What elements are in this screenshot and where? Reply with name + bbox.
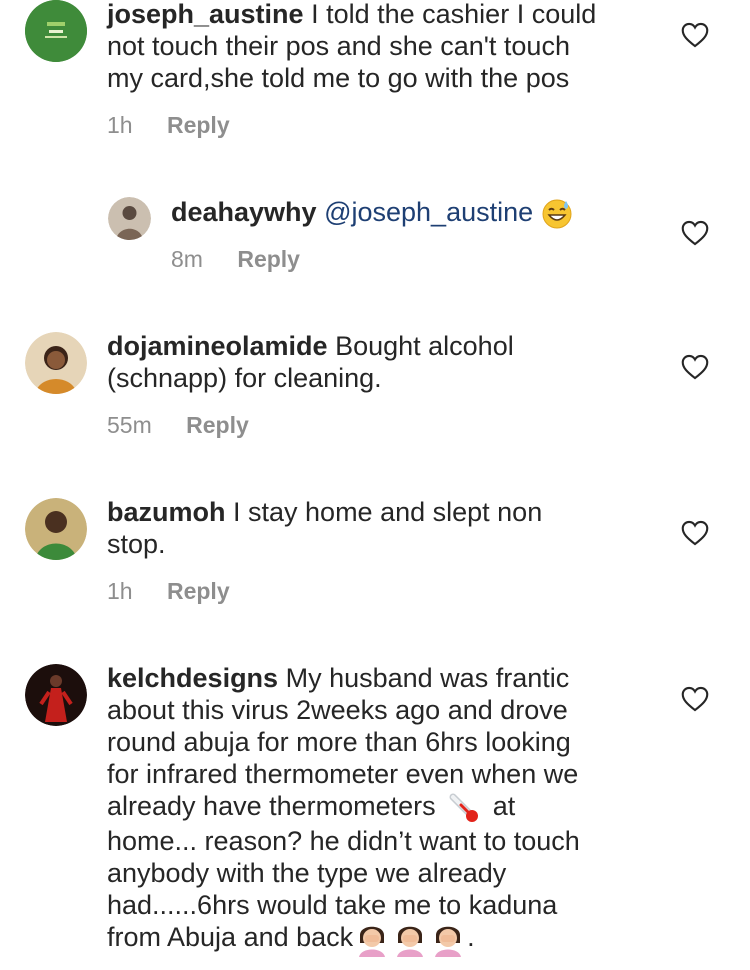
comment-body: I told the cashier I could — [311, 0, 597, 29]
comment-username[interactable]: bazumoh — [107, 497, 226, 527]
sweat-smile-emoji-icon — [542, 199, 572, 229]
avatar[interactable] — [25, 0, 87, 62]
comment-username[interactable]: kelchdesigns — [107, 663, 278, 693]
avatar[interactable] — [25, 664, 87, 726]
comment-body: (schnapp) for cleaning. — [107, 363, 382, 393]
comment-text: joseph_austine I told the cashier I coul… — [107, 0, 707, 94]
comment-meta: 55m Reply — [107, 412, 249, 439]
comment-username[interactable]: deahaywhy — [171, 197, 317, 227]
comment-body: from Abuja and back — [107, 922, 354, 952]
profile-photo-avatar-icon — [25, 498, 87, 560]
comment-text: deahaywhy @joseph_austine — [171, 196, 651, 230]
heart-outline-icon[interactable] — [681, 22, 709, 48]
comment-body: anybody with the type we already — [107, 857, 507, 888]
comment-body: stop. — [107, 529, 166, 559]
comment-body: not touch their pos and she can't touch — [107, 31, 570, 61]
comment-text: dojamineolamide Bought alcohol (schnapp)… — [107, 330, 667, 394]
profile-photo-avatar-icon — [108, 197, 151, 240]
comment-meta: 1h Reply — [107, 578, 230, 605]
comment-body: had......6hrs would take me to kaduna — [107, 889, 558, 920]
comment-body: . — [467, 922, 475, 952]
comment-username[interactable]: joseph_austine — [107, 0, 304, 29]
avatar[interactable] — [108, 197, 151, 240]
mention-link[interactable]: @joseph_austine — [324, 197, 533, 227]
comment-body: I stay home and slept non — [233, 497, 543, 527]
comment-body: Bought alcohol — [335, 331, 514, 361]
green-logo-avatar-icon — [25, 0, 87, 62]
avatar[interactable] — [25, 332, 87, 394]
comment-body: for infrared thermometer even when we — [107, 759, 579, 789]
woman-facepalming-emoji-icon — [397, 926, 424, 957]
reply-button[interactable]: Reply — [167, 578, 230, 604]
woman-facepalming-emoji-icon — [435, 926, 462, 957]
comment-time: 1h — [107, 112, 133, 138]
heart-outline-icon[interactable] — [681, 220, 709, 246]
comment-text: kelchdesigns My husband was frantic abou… — [107, 662, 707, 957]
comment-text: bazumoh I stay home and slept non stop. — [107, 496, 667, 560]
avatar[interactable] — [25, 498, 87, 560]
comment-meta: 8m Reply — [171, 246, 300, 273]
reply-button[interactable]: Reply — [237, 246, 300, 272]
comment-body: about this virus 2weeks ago and drove — [107, 695, 568, 725]
reply-button[interactable]: Reply — [186, 412, 249, 438]
heart-outline-icon[interactable] — [681, 686, 709, 712]
comment-time: 8m — [171, 246, 203, 272]
comment-body: my card,she told me to go with the pos — [107, 63, 570, 93]
reply-button[interactable]: Reply — [167, 112, 230, 138]
comment-meta: 1h Reply — [107, 112, 230, 139]
woman-facepalming-emoji-icon — [359, 926, 386, 957]
comment-body: round abuja for more than 6hrs looking — [107, 727, 571, 757]
comment-username[interactable]: dojamineolamide — [107, 331, 328, 361]
comment-body: home... reason? he didn’t want to touch — [107, 825, 580, 856]
heart-outline-icon[interactable] — [681, 520, 709, 546]
comment-body: at — [492, 791, 516, 821]
comment-time: 55m — [107, 412, 152, 438]
comment-time: 1h — [107, 578, 133, 604]
comment-body: already have thermometers — [107, 791, 436, 821]
profile-photo-avatar-icon — [25, 332, 87, 394]
profile-photo-avatar-icon — [25, 664, 87, 726]
thermometer-emoji-icon — [449, 793, 479, 822]
heart-outline-icon[interactable] — [681, 354, 709, 380]
comment-body: My husband was frantic — [285, 663, 570, 693]
